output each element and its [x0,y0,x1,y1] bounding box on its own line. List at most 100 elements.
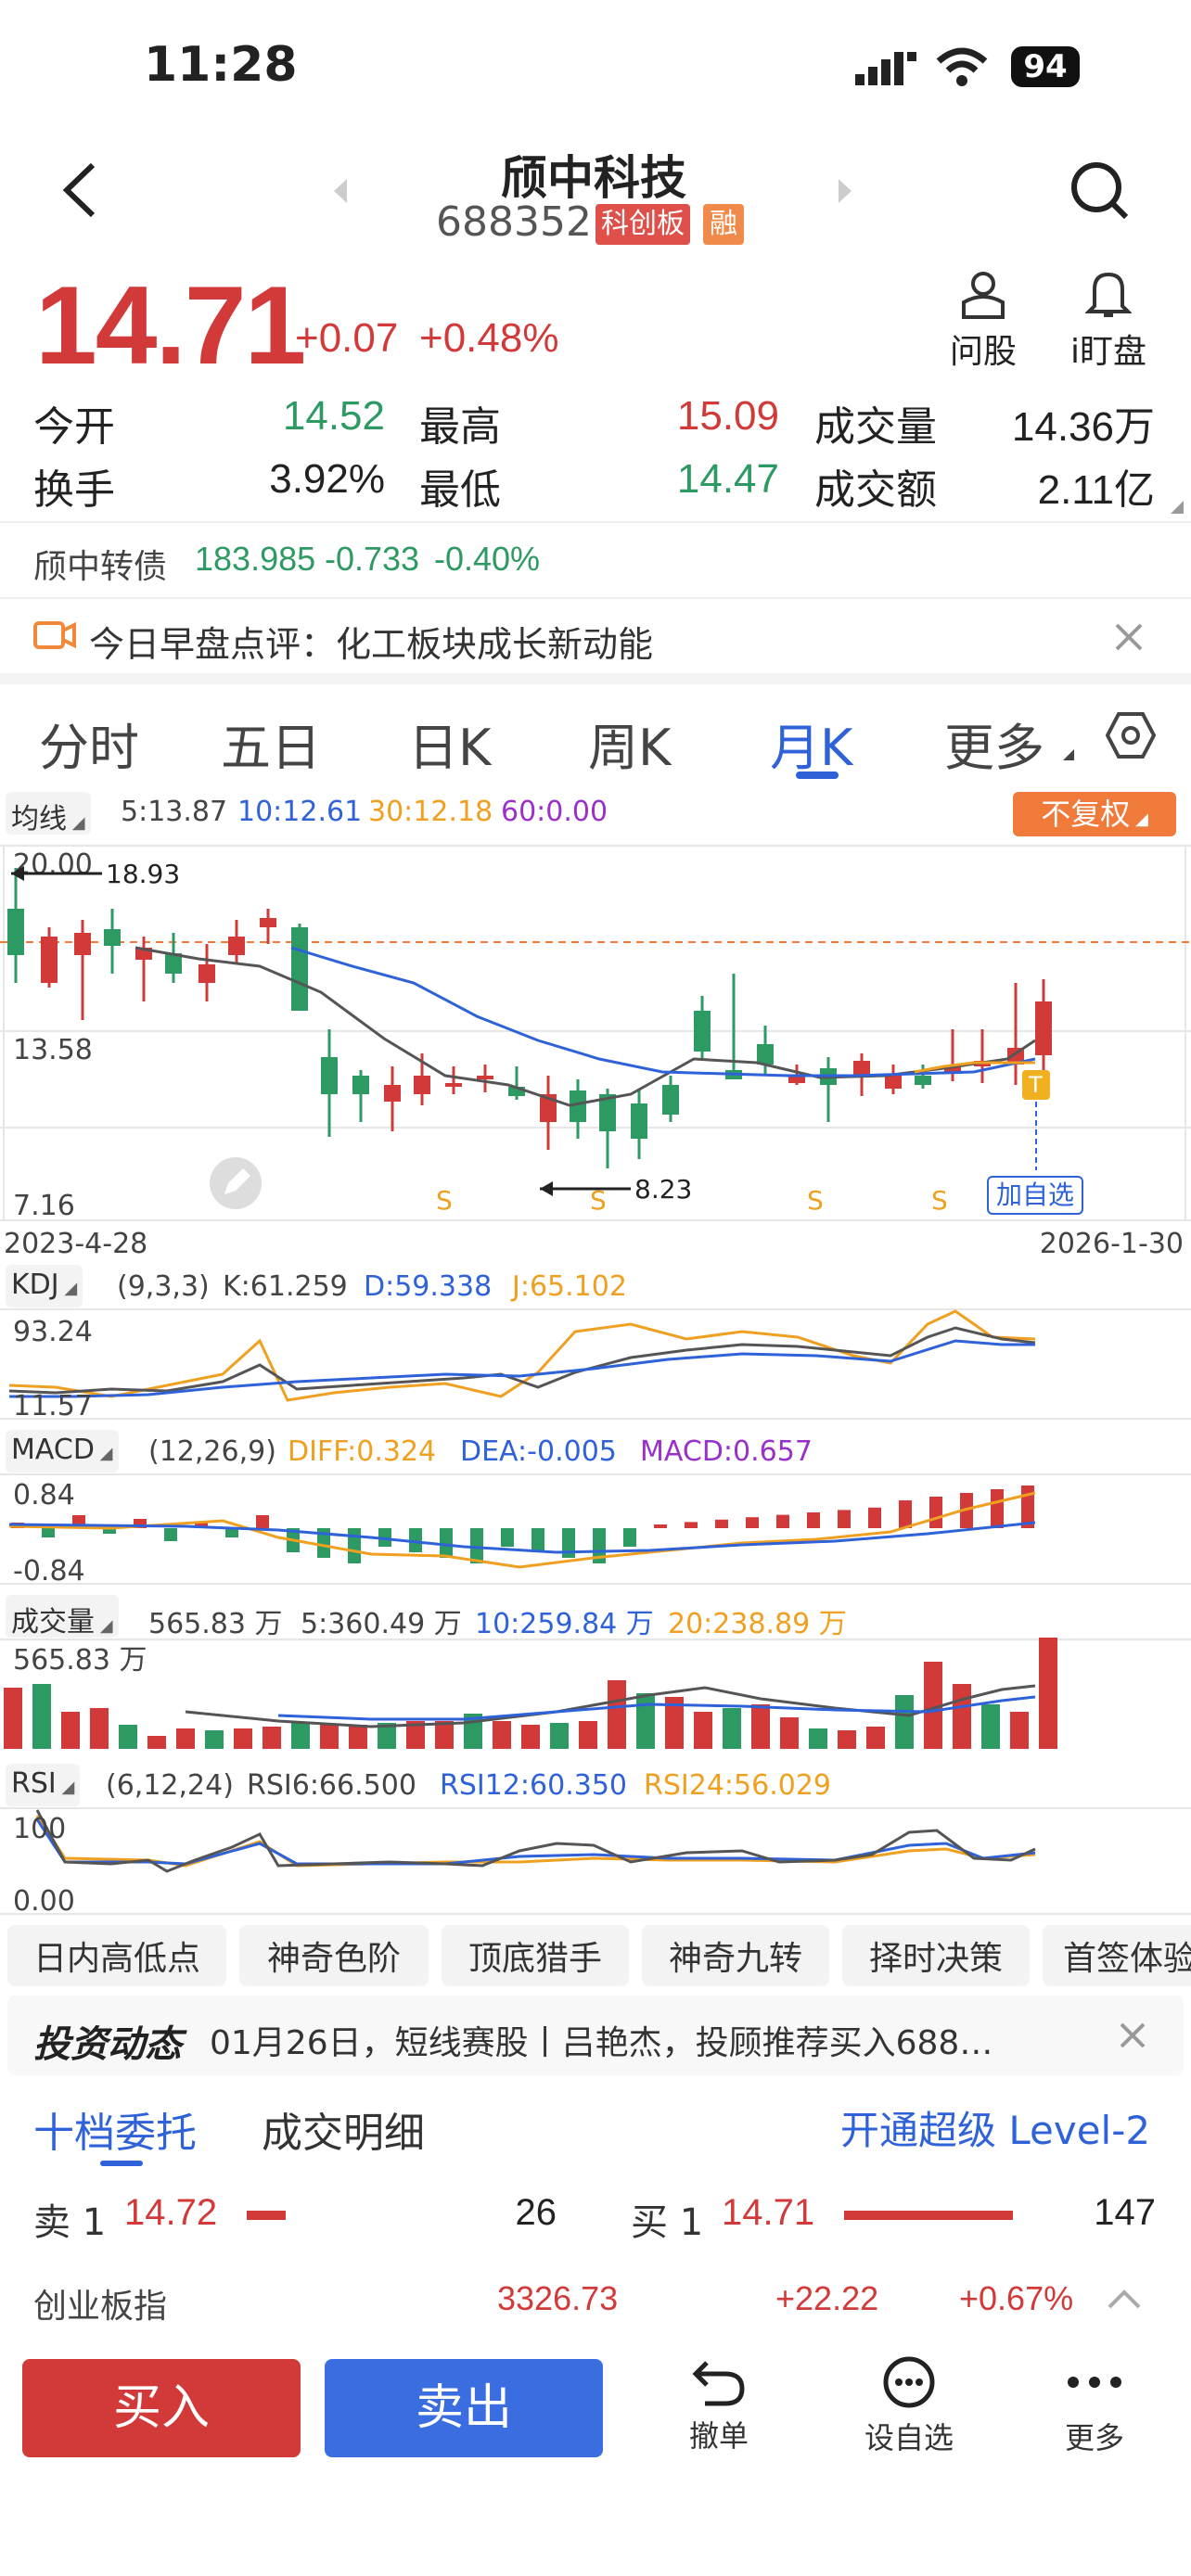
macd-bar [929,1497,942,1528]
macd-bar [440,1528,453,1558]
status-time: 11:28 [144,37,298,93]
tab-more[interactable]: 更多 [944,707,1044,780]
kdj-chart[interactable]: 93.24 11.57 [0,1307,1191,1422]
ask1-volume: 26 [515,2192,557,2233]
macd-chart[interactable]: 0.84 -0.84 [0,1473,1191,1588]
macd-bar [776,1514,789,1528]
back-icon[interactable] [58,158,104,223]
investment-news-text: 01月26日，短线赛股丨吕艳杰，投顾推荐买入688… [210,2024,993,2062]
index-bar[interactable]: 创业板指 3326.73 +22.22 +0.67% [0,2263,1191,2337]
more-label: 更多 [1064,2420,1124,2455]
kdj-y-bottom: 11.57 [13,1390,93,1422]
cellular-signal-icon [855,52,920,85]
volume-bar [521,1725,540,1749]
volume-value: 14.36万 [1011,404,1155,450]
candle-body [1035,1001,1052,1055]
volume-ma20: 20:238.89 万 [668,1608,847,1640]
chevron-up-icon[interactable] [1108,2289,1141,2309]
high-value: 15.09 [676,393,779,439]
ask-stock-button[interactable]: 问股 [937,269,1030,380]
tab-day-k[interactable]: 日K [408,707,491,780]
kline-chart[interactable]: 20.00 13.58 7.16 18.93 8.23 S S S S T [0,844,1191,1224]
add-to-watchlist-tag[interactable]: 加自选 [987,1176,1083,1215]
macd-bar [654,1524,667,1528]
search-icon[interactable] [1069,159,1130,221]
bond-change: -0.733 [325,540,420,578]
tab-minute[interactable]: 分时 [39,707,139,780]
tab-week-k[interactable]: 周K [588,707,671,780]
ma-selector[interactable]: 均线 ◢ [6,792,91,835]
kdj-selector[interactable]: KDJ ◢ [6,1265,83,1307]
news-banner[interactable]: 今日早盘点评：化工板块成长新动能 [0,599,1191,673]
prev-stock-icon[interactable] [332,179,351,203]
candle-body [445,1083,462,1087]
macd-bar [164,1528,177,1541]
volume-bar [751,1704,770,1749]
tab-order-depth[interactable]: 十档委托 [33,2099,197,2159]
add-watch-button[interactable]: 设自选 [853,2355,965,2467]
macd-y-top: 0.84 [13,1479,75,1511]
ma60-value: 60:0.00 [501,796,608,828]
current-price: 14.71 [35,263,306,388]
volume-selector[interactable]: 成交量 ◢ [6,1595,119,1639]
tool-chip-first-sign[interactable]: 首签体验 [1043,1925,1191,1986]
cancel-order-button[interactable]: 撤单 [668,2355,770,2467]
tab-five-day[interactable]: 五日 [221,707,321,780]
macd-bar [991,1489,1004,1528]
battery-level: 94 [1023,48,1068,85]
tool-chip-intraday-highlow[interactable]: 日内高低点 [7,1925,226,1986]
sell-button[interactable]: 卖出 [325,2359,603,2457]
tool-chip-color-scale[interactable]: 神奇色阶 [239,1925,429,1986]
volume-bar [176,1728,195,1749]
close-icon[interactable] [1113,621,1145,653]
expand-corner-icon[interactable] [1171,501,1184,514]
turnover-value: 3.92% [269,456,385,502]
kdj-d-value: D:59.338 [364,1270,493,1303]
investment-news-row[interactable]: 投资动态 01月26日，短线赛股丨吕艳杰，投顾推荐买入688… [7,1996,1184,2075]
volume-bar [838,1730,856,1749]
candle-body [291,927,308,1011]
level2-link[interactable]: 开通超级 Level-2 [840,2099,1150,2156]
index-name: 创业板指 [33,2288,168,2326]
volume-bar [493,1721,511,1749]
ask1-label: 卖 1 [33,2201,107,2244]
close-icon[interactable] [1119,2021,1146,2049]
tool-chip-magic-nine[interactable]: 神奇九转 [642,1925,829,1986]
candle-body [853,1061,870,1076]
macd-bar [868,1507,881,1528]
investment-news-label: 投资动态 [33,2023,182,2066]
kdj-y-top: 93.24 [13,1316,93,1348]
macd-bar [623,1528,636,1547]
bond-name: 颀中转债 [33,548,168,586]
s-marker: S [807,1185,824,1216]
tab-trade-details[interactable]: 成交明细 [262,2099,425,2159]
macd-selector[interactable]: MACD ◢ [6,1430,119,1473]
watch-button[interactable]: i盯盘 [1048,269,1169,380]
tool-chip-top-bottom[interactable]: 顶底猎手 [442,1925,629,1986]
more-dropdown-icon [1063,749,1074,760]
ask1-price: 14.72 [124,2192,218,2233]
adjust-button[interactable]: 不复权 ◢ [1013,792,1176,836]
next-stock-icon[interactable] [835,179,853,203]
tool-chip-timing[interactable]: 择时决策 [842,1925,1030,1986]
rsi-chart[interactable]: 100 0.00 [0,1806,1191,1918]
buy-button[interactable]: 买入 [22,2359,301,2457]
rsi-y-bottom: 0.00 [13,1885,75,1918]
volume-bar [119,1725,137,1749]
macd-bar [746,1517,759,1528]
volume-bar [809,1728,827,1749]
candle-body [384,1085,401,1102]
more-button[interactable]: 更多 [1039,2355,1150,2467]
bond-row[interactable]: 颀中转债 183.985 -0.733 -0.40% [0,523,1191,597]
volume-label: 成交量 [814,403,937,451]
y-axis-top: 20.00 [13,848,93,881]
volume-bar [579,1721,597,1749]
board-badge: 科创板 [596,204,690,245]
rsi-selector[interactable]: RSI ◢ [6,1764,81,1806]
settings-icon[interactable] [1106,710,1156,760]
bond-change-pct: -0.40% [434,540,541,578]
volume-chart[interactable]: 565.83 万 [0,1638,1191,1753]
tab-month-k[interactable]: 月K [770,707,852,780]
buy-label: 买入 [112,2380,210,2436]
candle-body [915,1076,931,1085]
